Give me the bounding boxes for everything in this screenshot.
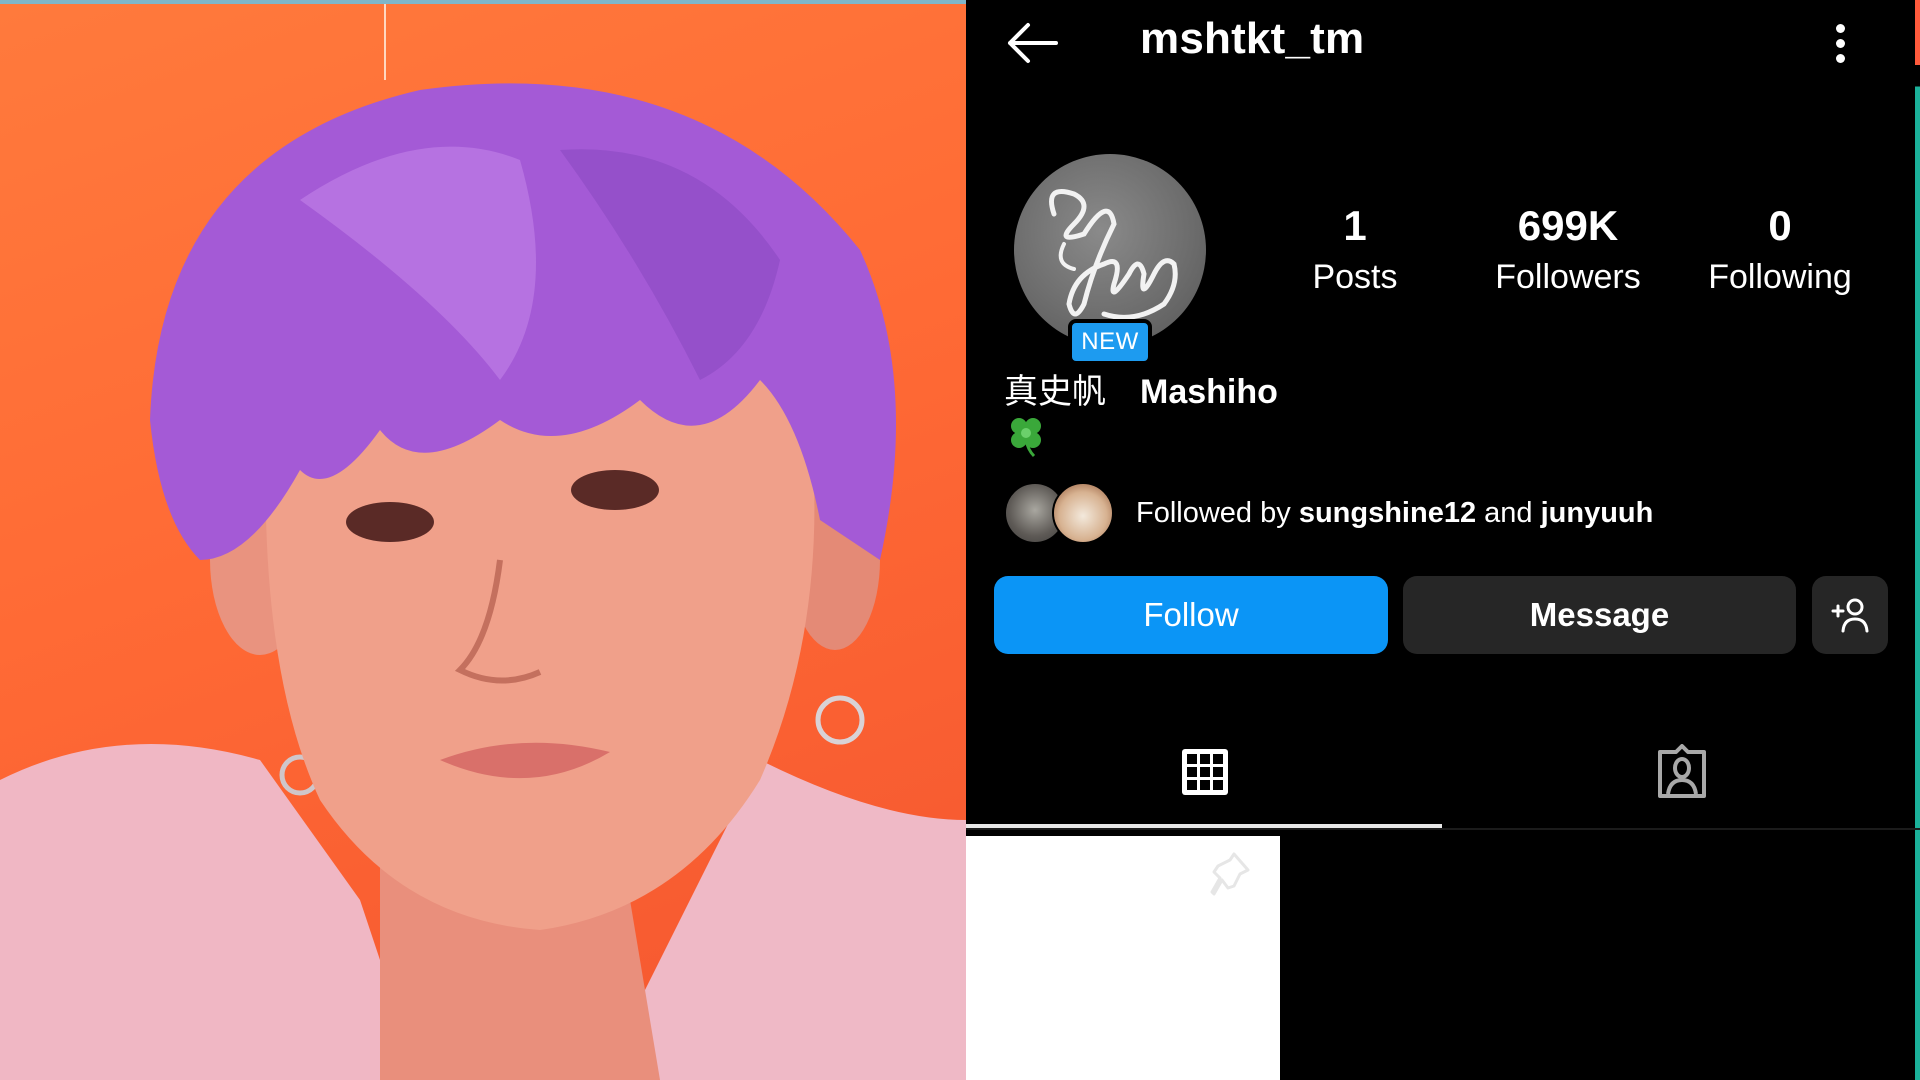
tab-tagged[interactable] [1443, 716, 1920, 828]
full-name-latin: Mashiho [1140, 373, 1278, 411]
top-bar: mshtkt_tm [966, 0, 1920, 90]
instagram-profile: mshtkt_tm NEW 1 Posts 699K Followers 0 F… [966, 0, 1920, 1080]
mutual-user-link[interactable]: junyuuh [1541, 497, 1654, 529]
pinned-icon [1210, 852, 1250, 896]
four-leaf-clover-icon [1011, 418, 1041, 458]
posts-grid [966, 836, 1920, 1080]
earring [815, 695, 865, 745]
profile-username: mshtkt_tm [1140, 14, 1365, 63]
followers-label: Followers [1495, 258, 1641, 296]
following-label: Following [1708, 258, 1852, 296]
full-name-cjk: 真史帆 [1004, 373, 1106, 411]
message-button[interactable]: Message [1403, 576, 1796, 654]
followed-by-text: Followed by sungshine12 and junyuuh [1136, 497, 1653, 530]
profile-photo-panel [0, 0, 966, 1080]
active-tab-indicator [966, 824, 1442, 828]
mutual-user-link[interactable]: sungshine12 [1299, 497, 1476, 529]
mutual-followers-avatars [1004, 482, 1114, 544]
new-badge: NEW [1068, 319, 1152, 365]
post-thumbnail[interactable] [966, 836, 1280, 1080]
follow-button[interactable]: Follow [994, 576, 1388, 654]
bio [1006, 414, 1046, 458]
followed-by-prefix: Followed by [1136, 496, 1299, 529]
profile-avatar[interactable] [1014, 154, 1206, 346]
tab-posts-grid[interactable] [966, 716, 1443, 828]
stat-following[interactable]: 0 Following [1680, 200, 1880, 302]
suggest-users-button[interactable] [1812, 576, 1888, 654]
profile-full-name: 真史帆 Mashiho [1004, 370, 1278, 414]
profile-tabs [966, 716, 1920, 830]
followed-by-and: and [1476, 496, 1541, 529]
posts-label: Posts [1312, 258, 1398, 296]
eye-right [571, 470, 659, 510]
add-person-icon [1831, 598, 1869, 633]
followed-by[interactable]: Followed by sungshine12 and junyuuh [1004, 482, 1653, 544]
stat-posts[interactable]: 1 Posts [1255, 200, 1455, 302]
tagged-person-icon [1657, 744, 1706, 798]
more-vertical-icon [1828, 24, 1852, 63]
followers-count: 699K [1517, 202, 1619, 249]
posts-count: 1 [1343, 202, 1367, 249]
grid-icon [1181, 749, 1228, 795]
stat-followers[interactable]: 699K Followers [1468, 200, 1668, 302]
portrait-illustration [0, 4, 966, 1080]
eye-left [346, 502, 434, 542]
signature-avatar-icon [1049, 189, 1178, 320]
mutual-avatar [1052, 482, 1114, 544]
more-options-button[interactable] [1828, 20, 1852, 68]
following-count: 0 [1768, 202, 1792, 249]
back-button[interactable] [1002, 18, 1062, 68]
arrow-left-icon [1008, 23, 1058, 63]
